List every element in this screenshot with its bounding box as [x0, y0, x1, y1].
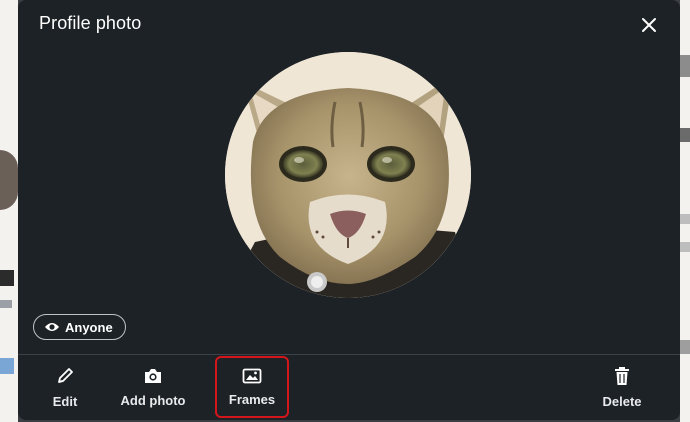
edit-label: Edit	[52, 393, 78, 409]
pencil-icon	[58, 367, 73, 383]
background-page-left	[0, 0, 18, 422]
add-photo-button[interactable]: Add photo	[115, 356, 191, 418]
visibility-label: Anyone	[65, 319, 113, 335]
frames-button[interactable]: Frames	[215, 356, 289, 418]
frames-label: Frames	[228, 391, 276, 407]
edit-button[interactable]: Edit	[43, 356, 87, 418]
cat-photo-illustration	[225, 52, 471, 298]
profile-photo	[225, 52, 471, 298]
divider	[18, 354, 680, 355]
camera-icon	[145, 368, 161, 383]
visibility-button[interactable]: Anyone	[33, 314, 126, 340]
trash-icon	[615, 366, 629, 385]
background-page-right	[680, 0, 690, 422]
image-icon	[242, 368, 262, 383]
dialog-title: Profile photo	[39, 13, 142, 33]
eye-icon	[45, 323, 59, 331]
close-icon	[642, 18, 656, 32]
delete-label: Delete	[602, 393, 642, 409]
delete-button[interactable]: Delete	[596, 356, 648, 418]
close-button[interactable]	[636, 12, 662, 38]
profile-photo-dialog: Profile photo Anyone Edit Add photo Fram…	[18, 0, 680, 420]
add-photo-label: Add photo	[120, 392, 186, 408]
